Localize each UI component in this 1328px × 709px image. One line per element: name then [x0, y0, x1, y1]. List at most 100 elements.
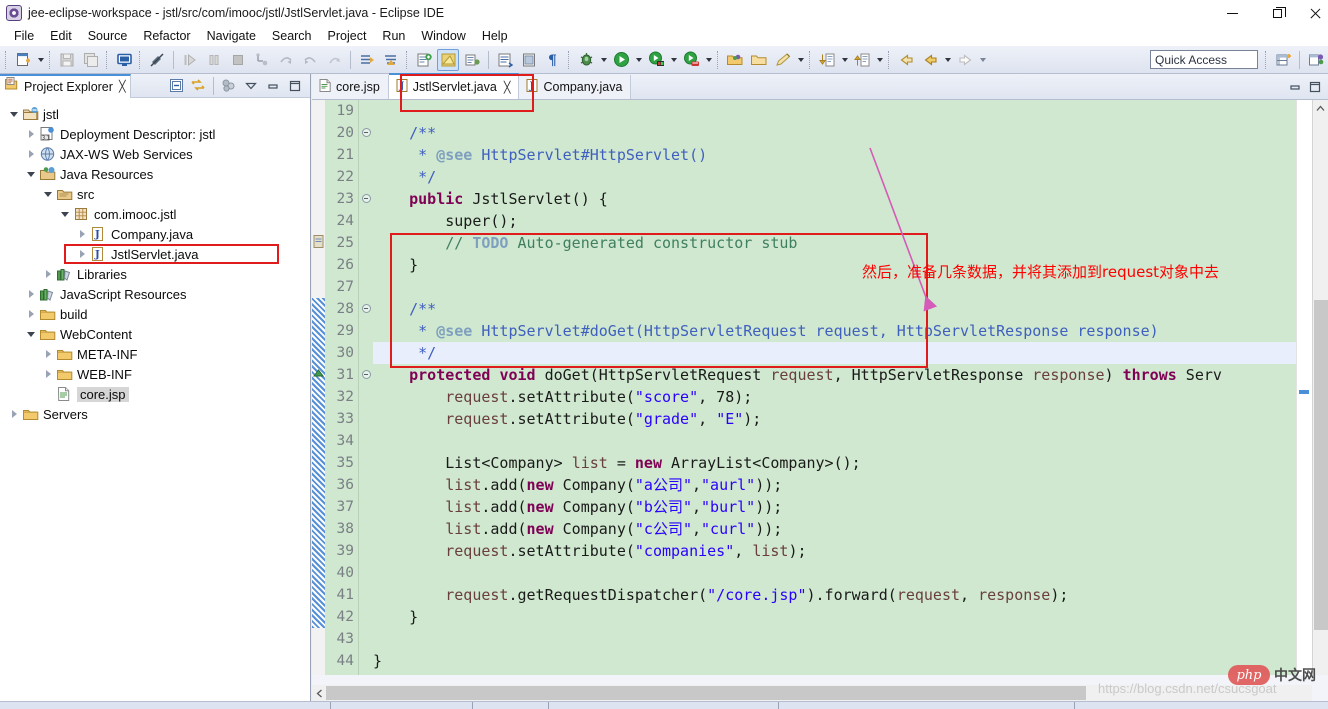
debug-icon[interactable] — [575, 49, 597, 71]
profile-icon[interactable] — [680, 49, 702, 71]
toggle-breakpoint-icon[interactable] — [146, 49, 168, 71]
task-marker-icon[interactable] — [312, 234, 325, 250]
terminate-icon[interactable] — [227, 49, 249, 71]
chevron-right-icon[interactable] — [23, 144, 39, 164]
menu-source[interactable]: Source — [80, 28, 136, 44]
editor-vertical-scrollbar[interactable] — [1312, 100, 1328, 675]
back-icon[interactable] — [895, 49, 917, 71]
override-marker-icon[interactable] — [312, 366, 325, 382]
resume-icon[interactable] — [299, 49, 321, 71]
profile-caret[interactable] — [703, 49, 714, 71]
tree-item-src[interactable]: src — [0, 184, 310, 204]
export-icon[interactable] — [851, 49, 873, 71]
back-caret[interactable] — [942, 49, 953, 71]
tree-item-jstlservlet-java[interactable]: J JstlServlet.java — [0, 244, 310, 264]
server-caret[interactable] — [668, 49, 679, 71]
open-type-icon[interactable] — [413, 49, 435, 71]
save-all-icon[interactable] — [80, 49, 102, 71]
menu-file[interactable]: File — [6, 28, 42, 44]
run-caret[interactable] — [633, 49, 644, 71]
tab-core-jsp[interactable]: core.jsp — [312, 75, 389, 99]
tab-company-java[interactable]: J Company.java — [519, 75, 632, 99]
chevron-right-icon[interactable] — [40, 364, 56, 384]
step-filter-icon[interactable] — [323, 49, 345, 71]
tree-item-servers[interactable]: Servers — [0, 404, 310, 424]
tree-item-build[interactable]: build — [0, 304, 310, 324]
close-button[interactable] — [1300, 0, 1328, 26]
close-icon[interactable]: ╳ — [504, 81, 511, 94]
external-tools-icon[interactable] — [748, 49, 770, 71]
next-annotation-icon[interactable] — [356, 49, 378, 71]
tree-item-libraries[interactable]: Libraries — [0, 264, 310, 284]
chevron-right-icon[interactable] — [40, 344, 56, 364]
fold-collapse-icon[interactable] — [359, 122, 373, 144]
link-with-editor-icon[interactable] — [188, 76, 208, 96]
menu-search[interactable]: Search — [264, 28, 320, 44]
chevron-right-icon[interactable] — [23, 124, 39, 144]
filter-caret-icon[interactable] — [241, 76, 261, 96]
chevron-down-icon[interactable] — [40, 184, 56, 204]
hscroll-thumb[interactable] — [326, 686, 1086, 700]
tree-item-javascript-resources[interactable]: JavaScript Resources — [0, 284, 310, 304]
tree-item-core-jsp[interactable]: core.jsp — [0, 384, 310, 404]
step-into-icon[interactable] — [251, 49, 273, 71]
fold-collapse-icon[interactable] — [359, 364, 373, 386]
chevron-right-icon[interactable] — [74, 224, 90, 244]
previous-annotation-icon[interactable] — [380, 49, 402, 71]
close-icon[interactable]: ╳ — [119, 80, 126, 93]
maximize-button[interactable] — [1255, 0, 1300, 26]
menu-run[interactable]: Run — [374, 28, 413, 44]
back-history-icon[interactable] — [919, 49, 941, 71]
step-over-icon[interactable] — [179, 49, 201, 71]
open-folder-icon[interactable] — [724, 49, 746, 71]
open-perspective-icon[interactable] — [1305, 49, 1327, 71]
debug-caret[interactable] — [598, 49, 609, 71]
view-menu-dots-icon[interactable] — [219, 76, 239, 96]
scroll-thumb[interactable] — [1314, 300, 1328, 630]
chevron-right-icon[interactable] — [23, 304, 39, 324]
menu-refactor[interactable]: Refactor — [135, 28, 198, 44]
new-perspective-icon[interactable] — [1272, 49, 1294, 71]
code-text[interactable]: /** * @see HttpServlet#HttpServlet() */ … — [373, 100, 1328, 675]
chevron-right-icon[interactable] — [40, 264, 56, 284]
scroll-left-arrow[interactable] — [312, 685, 326, 701]
maximize-view-icon[interactable] — [285, 76, 305, 96]
step-return-icon[interactable] — [275, 49, 297, 71]
menu-window[interactable]: Window — [413, 28, 473, 44]
menu-help[interactable]: Help — [474, 28, 516, 44]
forward-caret[interactable] — [977, 49, 988, 71]
forward-icon[interactable] — [954, 49, 976, 71]
chevron-down-icon[interactable] — [23, 324, 39, 344]
tree-item-com-imooc-jstl[interactable]: com.imooc.jstl — [0, 204, 310, 224]
code-editor[interactable]: 19 20 21 22 23 24 25 26 27 28 29 30 31 32 33 34 35 36 37 38… — [312, 100, 1328, 675]
menu-navigate[interactable]: Navigate — [199, 28, 264, 44]
chevron-right-icon[interactable] — [6, 404, 22, 424]
new-dropdown-caret[interactable] — [35, 49, 46, 71]
tree-item-meta-inf[interactable]: META-INF — [0, 344, 310, 364]
fold-collapse-icon[interactable] — [359, 188, 373, 210]
open-resource-icon[interactable] — [494, 49, 516, 71]
show-whitespace-icon[interactable] — [437, 48, 459, 71]
chevron-right-icon[interactable] — [74, 244, 90, 264]
chevron-down-icon[interactable] — [57, 204, 73, 224]
pencil-icon[interactable] — [772, 49, 794, 71]
maximize-editor-icon[interactable] — [1306, 78, 1324, 96]
import-caret[interactable] — [839, 49, 850, 71]
new-wizard-icon[interactable] — [12, 49, 34, 71]
folding-gutter[interactable] — [359, 100, 373, 675]
menu-edit[interactable]: Edit — [42, 28, 80, 44]
run-server-icon[interactable] — [645, 49, 667, 71]
chevron-down-icon[interactable] — [6, 104, 22, 124]
editor-marker-gutter[interactable] — [312, 100, 325, 675]
tree-item-company-java[interactable]: J Company.java — [0, 224, 310, 244]
collapse-all-icon[interactable] — [166, 76, 186, 96]
minimize-view-icon[interactable] — [263, 76, 283, 96]
minimize-editor-icon[interactable] — [1286, 78, 1304, 96]
open-editor-icon[interactable] — [518, 49, 540, 71]
pencil-caret[interactable] — [795, 49, 806, 71]
tree-item-web-inf[interactable]: WEB-INF — [0, 364, 310, 384]
scroll-up-arrow[interactable] — [1313, 100, 1328, 116]
tree-item-jstl[interactable]: jstl — [0, 104, 310, 124]
minimize-button[interactable] — [1210, 0, 1255, 26]
tab-project-explorer[interactable]: Project Explorer ╳ — [0, 73, 131, 98]
